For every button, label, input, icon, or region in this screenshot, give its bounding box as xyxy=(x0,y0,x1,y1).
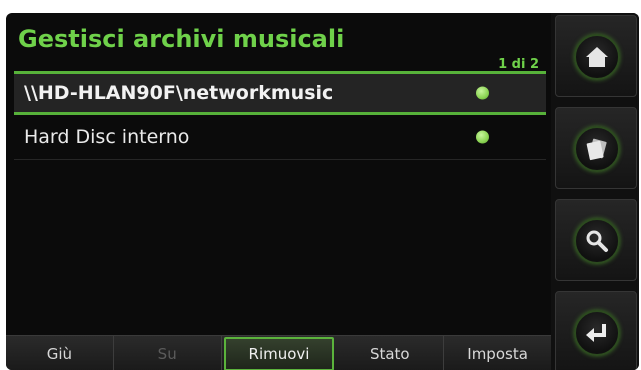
page-title: Gestisci archivi musicali xyxy=(18,25,345,53)
list-item-network-share[interactable]: \\HD-HLAN90F\networkmusic xyxy=(14,71,546,115)
search-icon xyxy=(586,230,608,252)
device-screen: Gestisci archivi musicali 1 di 2 \\HD-HL… xyxy=(6,13,639,370)
page-indicator: 1 di 2 xyxy=(498,57,539,72)
list-item-internal-disk[interactable]: Hard Disc interno xyxy=(14,115,546,160)
back-arrow-icon xyxy=(586,324,606,342)
side-nav xyxy=(551,13,639,370)
home-button[interactable] xyxy=(555,15,637,97)
down-button[interactable]: Giù xyxy=(6,336,114,370)
green-dot-icon xyxy=(476,130,489,144)
home-icon xyxy=(586,47,608,67)
main-panel: Gestisci archivi musicali 1 di 2 \\HD-HL… xyxy=(6,13,551,370)
green-dot-icon xyxy=(476,86,489,100)
media-library-icon xyxy=(586,138,607,161)
status-button[interactable]: Stato xyxy=(336,336,445,370)
list-item-label: Hard Disc interno xyxy=(24,126,190,148)
bottom-toolbar: Giù Su Rimuovi Stato Imposta xyxy=(6,335,551,370)
up-button[interactable]: Su xyxy=(114,336,222,370)
back-button[interactable] xyxy=(555,291,637,370)
list-item-label: \\HD-HLAN90F\networkmusic xyxy=(24,82,334,104)
search-button[interactable] xyxy=(555,199,637,281)
settings-button[interactable]: Imposta xyxy=(444,336,551,370)
media-library-button[interactable] xyxy=(555,107,637,189)
remove-button[interactable]: Rimuovi xyxy=(223,337,335,370)
archive-list: \\HD-HLAN90F\networkmusic Hard Disc inte… xyxy=(14,71,546,160)
